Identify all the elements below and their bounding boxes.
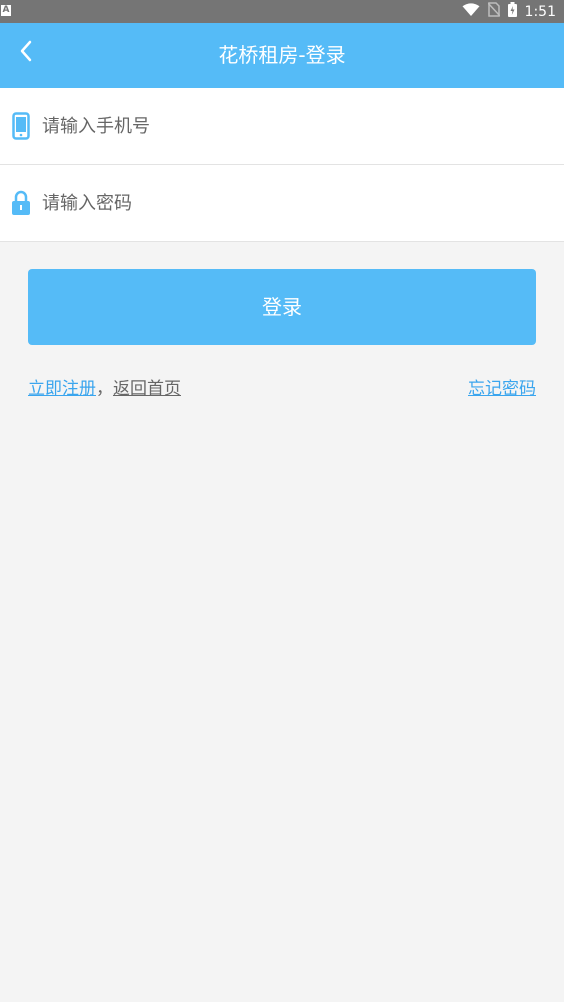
login-button[interactable]: 登录 <box>28 269 536 345</box>
back-home-link[interactable]: 返回首页 <box>113 379 181 399</box>
status-icons: 1:51 <box>462 0 556 23</box>
battery-charging-icon <box>507 2 517 21</box>
status-indicator: A <box>1 5 11 16</box>
app-bar: 花桥租房-登录 <box>0 23 564 88</box>
links-row: 立即注册，返回首页 忘记密码 <box>28 376 536 402</box>
page-title: 花桥租房-登录 <box>218 43 346 67</box>
phone-row <box>0 88 564 165</box>
forgot-password-link[interactable]: 忘记密码 <box>468 376 536 402</box>
phone-input[interactable] <box>42 88 542 164</box>
password-row <box>0 165 564 242</box>
lock-icon <box>10 189 32 217</box>
no-sim-icon <box>486 2 501 21</box>
status-time: 1:51 <box>524 3 556 20</box>
phone-icon <box>10 112 32 140</box>
wifi-icon <box>462 2 480 21</box>
link-separator: ， <box>96 379 113 399</box>
register-link[interactable]: 立即注册 <box>28 379 96 399</box>
status-bar: A 1:51 <box>0 0 564 23</box>
password-input[interactable] <box>42 165 542 241</box>
